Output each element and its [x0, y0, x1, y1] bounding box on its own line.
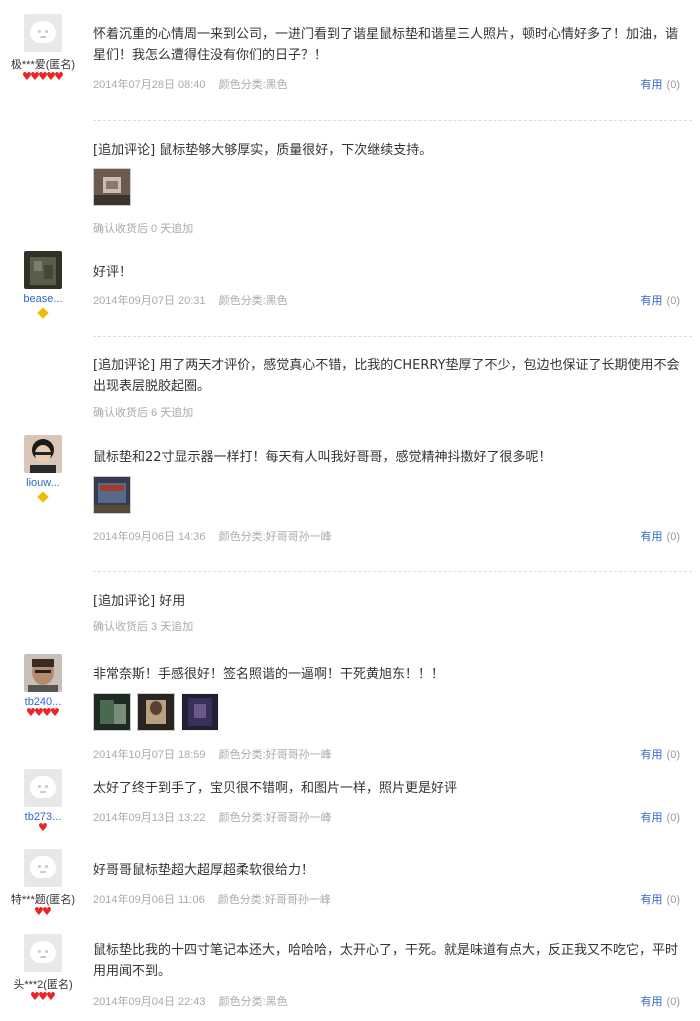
review-photo[interactable]	[137, 693, 175, 731]
useful-button[interactable]: 有用 (0)	[641, 76, 680, 92]
review-text: 太好了终于到手了，宝贝很不错啊，和图片一样，照片更是好评	[93, 781, 458, 796]
followup-note: 确认收货后 6 天追加	[93, 407, 194, 419]
review-date: 2014年09月06日 11:06	[93, 894, 205, 906]
review-sku: 颜色分类:黑色	[218, 295, 288, 307]
heart-icon	[54, 72, 64, 84]
heart-badges	[0, 907, 86, 919]
reviewer-info: 特***题(匿名)	[0, 849, 86, 919]
useful-button[interactable]: 有用 (0)	[641, 891, 680, 907]
review-item: 特***题(匿名) 好哥哥鼠标垫超大超厚超柔软很给力！ 2014年09月06日 …	[0, 845, 700, 930]
heart-icon	[42, 907, 52, 919]
review-photo[interactable]	[93, 693, 131, 731]
avatar[interactable]	[24, 14, 62, 52]
reviewer-info: 极***爱(匿名)	[0, 14, 86, 84]
reviewer-info: 头***2(匿名)	[0, 934, 86, 1004]
useful-button[interactable]: 有用 (0)	[641, 746, 680, 762]
avatar[interactable]	[24, 654, 62, 692]
review-photo[interactable]	[93, 168, 131, 206]
review-item: tb240... 非常奈斯！手感很好！签名照谐的一逼啊！干死黄旭东！！！ 201…	[0, 650, 700, 765]
heart-badges	[0, 823, 86, 835]
review-text: 鼠标垫和22寸显示器一样打！每天有人叫我好哥哥，感觉精神抖擞好了很多呢！	[93, 450, 552, 465]
diamond-icon	[37, 307, 49, 319]
heart-icon	[46, 992, 56, 1004]
avatar[interactable]	[24, 934, 62, 972]
avatar[interactable]	[24, 849, 62, 887]
heart-badges	[0, 708, 86, 720]
useful-button[interactable]: 有用 (0)	[641, 809, 680, 825]
username[interactable]: liouw...	[0, 477, 86, 489]
heart-badges	[0, 992, 86, 1004]
useful-button[interactable]: 有用 (0)	[641, 528, 680, 544]
review-sku: 颜色分类:好哥哥孙一峰	[217, 894, 331, 906]
review-text: 好评！	[93, 265, 133, 280]
avatar[interactable]	[24, 435, 62, 473]
useful-button[interactable]: 有用 (0)	[641, 993, 680, 1009]
diamond-badges	[0, 307, 86, 319]
review-date: 2014年10月07日 18:59	[93, 749, 206, 761]
review-text: 鼠标垫比我的十四寸笔记本还大，哈哈哈，太开心了，干死。就是味道有点大，反正我又不…	[93, 943, 679, 979]
review-text: 好哥哥鼠标垫超大超厚超柔软很给力！	[93, 863, 315, 878]
followup-text: [追加评论] 好用	[93, 594, 186, 609]
followup-note: 确认收货后 0 天追加	[93, 223, 194, 235]
review-item: tb273... 太好了终于到手了，宝贝很不错啊，和图片一样，照片更是好评 20…	[0, 765, 700, 845]
followup-text: [追加评论] 鼠标垫够大够厚实，质量很好，下次继续支持。	[93, 143, 433, 158]
avatar[interactable]	[24, 251, 62, 289]
review-sku: 颜色分类:好哥哥孙一峰	[218, 749, 332, 761]
review-text: 怀着沉重的心情周一来到公司，一进门看到了谐星鼠标垫和谐星三人照片，顿时心情好多了…	[93, 27, 679, 63]
review-sku: 颜色分类:好哥哥孙一峰	[218, 812, 332, 824]
diamond-icon	[37, 491, 49, 503]
heart-icon	[38, 823, 48, 835]
review-date: 2014年09月04日 22:43	[93, 996, 206, 1008]
reviewer-info: tb240...	[0, 654, 86, 720]
heart-icon	[50, 708, 60, 720]
divider	[93, 120, 692, 121]
review-sku: 颜色分类:好哥哥孙一峰	[218, 531, 332, 543]
review-photo[interactable]	[181, 693, 219, 731]
review-item: liouw... 鼠标垫和22寸显示器一样打！每天有人叫我好哥哥，感觉精神抖擞好…	[0, 425, 700, 650]
review-date: 2014年09月07日 20:31	[93, 295, 206, 307]
diamond-badges	[0, 491, 86, 503]
followup-text: [追加评论] 用了两天才评价，感觉真心不错，比我的CHERRY垫厚了不少，包边也…	[93, 358, 680, 394]
review-text: 非常奈斯！手感很好！签名照谐的一逼啊！干死黄旭东！！！	[93, 667, 445, 682]
review-date: 2014年09月13日 13:22	[93, 812, 206, 824]
review-item: 头***2(匿名) 鼠标垫比我的十四寸笔记本还大，哈哈哈，太开心了，干死。就是味…	[0, 930, 700, 1021]
divider	[93, 336, 692, 337]
review-item: bease... 好评！ 2014年09月07日 20:31 颜色分类:黑色 有…	[0, 240, 700, 425]
username[interactable]: bease...	[0, 293, 86, 305]
followup-note: 确认收货后 3 天追加	[93, 621, 194, 633]
review-item: 极***爱(匿名) 怀着沉重的心情周一来到公司，一进门看到了谐星鼠标垫和谐星三人…	[0, 0, 700, 240]
divider	[93, 571, 692, 572]
useful-button[interactable]: 有用 (0)	[641, 292, 680, 308]
review-sku: 颜色分类:黑色	[218, 996, 288, 1008]
reviewer-info: bease...	[0, 251, 86, 319]
heart-badges	[0, 72, 86, 84]
review-date: 2014年09月06日 14:36	[93, 531, 206, 543]
avatar[interactable]	[24, 769, 62, 807]
reviewer-info: tb273...	[0, 769, 86, 835]
review-photo[interactable]	[93, 476, 131, 514]
review-date: 2014年07月28日 08:40	[93, 79, 206, 91]
reviewer-info: liouw...	[0, 435, 86, 503]
review-sku: 颜色分类:黑色	[218, 79, 288, 91]
